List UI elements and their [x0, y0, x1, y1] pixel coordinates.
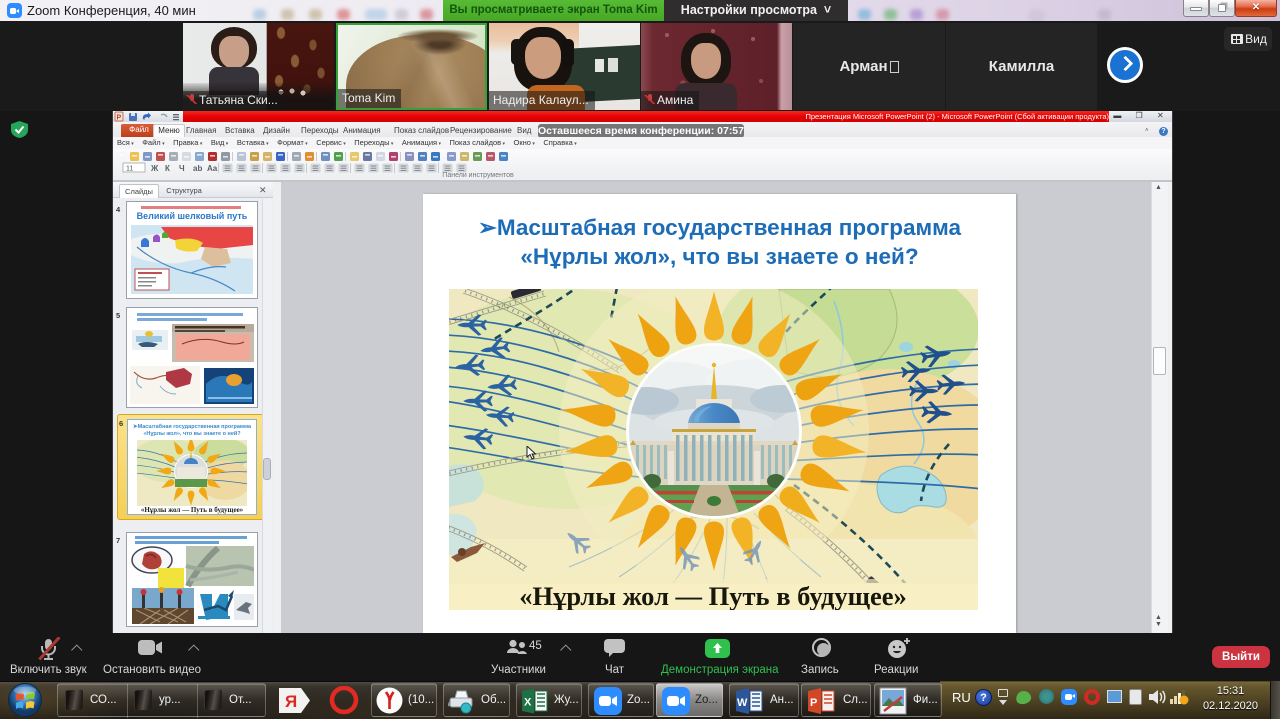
svg-text:W: W: [737, 697, 748, 709]
svg-text:Я: Я: [285, 692, 297, 711]
svg-text:«Нұрлы жол — Путь в будущее»: «Нұрлы жол — Путь в будущее»: [519, 581, 907, 610]
svg-text:P: P: [810, 697, 817, 709]
svg-text:P: P: [117, 115, 122, 122]
svg-text:X: X: [524, 697, 532, 709]
